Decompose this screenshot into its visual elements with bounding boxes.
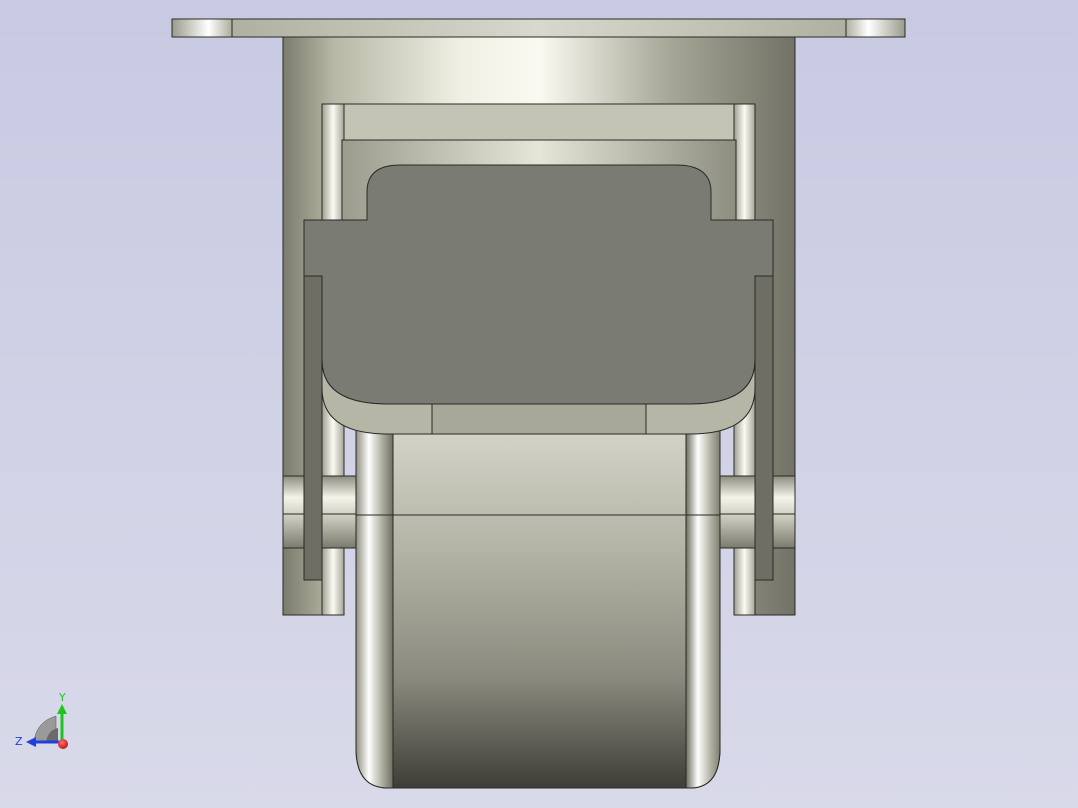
triad-y-label: Y [58, 691, 66, 704]
triad-x-axis-point [58, 739, 68, 749]
brake-plate-edge-center [431, 403, 647, 435]
fork-inner-top-bar[interactable] [343, 103, 735, 141]
triad-z-label: Z [15, 735, 23, 748]
top-mounting-plate[interactable] [171, 18, 906, 38]
wheel-tire-side-right [685, 419, 721, 789]
graphics-viewport[interactable]: Y Z [0, 0, 1078, 808]
brake-plate[interactable] [303, 164, 774, 405]
wheel-tire-side-left [355, 419, 394, 789]
wheel-tire[interactable] [355, 419, 721, 789]
model-canvas[interactable]: Y Z [0, 0, 1078, 808]
